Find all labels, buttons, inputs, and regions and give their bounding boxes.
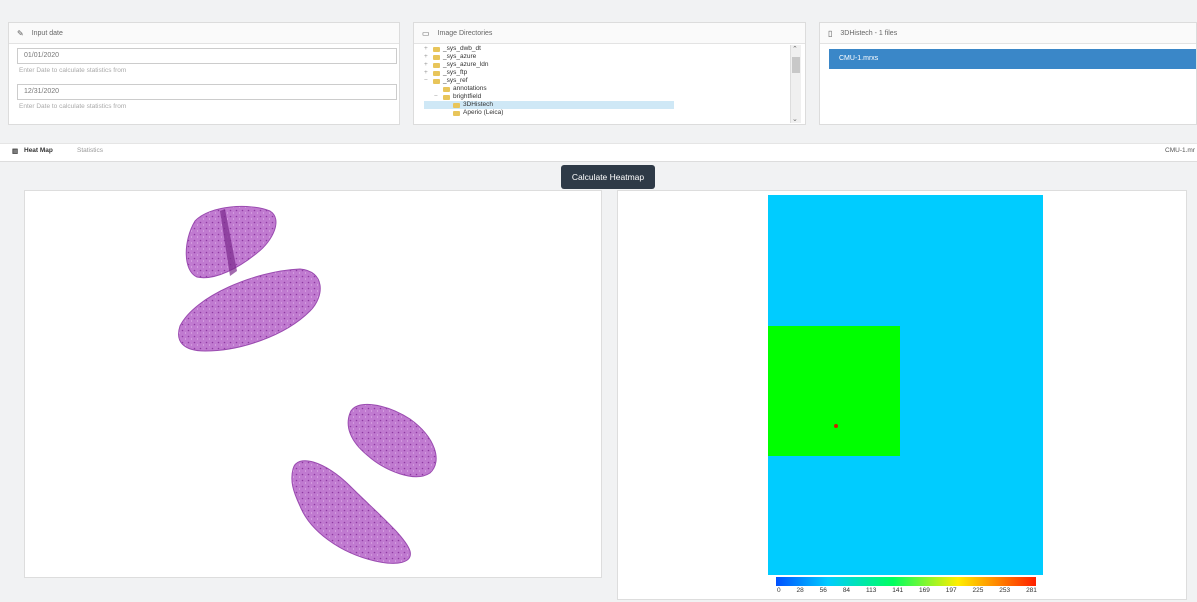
heatmap-canvas bbox=[768, 195, 1043, 586]
heatmap-viewer[interactable]: 0 28 56 84 113 141 169 197 225 253 281 bbox=[617, 190, 1187, 600]
colorbar-tick-labels: 0 28 56 84 113 141 169 197 225 253 281 bbox=[777, 587, 1037, 594]
colorbar-tick: 253 bbox=[999, 587, 1011, 594]
pencil-icon: ✎ bbox=[17, 28, 24, 38]
folder-icon bbox=[453, 110, 460, 116]
folder-icon bbox=[443, 94, 450, 100]
end-date-hint: Enter Date to calculate statistics from bbox=[19, 103, 127, 110]
image-directories-panel: ▭ Image Directories + _sys_dwb_dt + _sys_az… bbox=[413, 22, 806, 125]
expand-toggle-icon[interactable]: − bbox=[434, 93, 440, 101]
heatmap-hotspot bbox=[834, 424, 838, 428]
file-selection-panel: ▯ 3DHistech - 1 files CMU-1.mrxs bbox=[819, 22, 1197, 125]
tree-node-label: brightfield bbox=[453, 93, 482, 100]
current-file-label: CMU-1.mr bbox=[1165, 147, 1195, 154]
folder-icon bbox=[433, 78, 440, 84]
colorbar-tick: 225 bbox=[972, 587, 984, 594]
tree-node-label: _sys_azure bbox=[443, 53, 477, 60]
expand-toggle-icon[interactable]: + bbox=[424, 45, 430, 53]
tree-node-label: _sys_ftp bbox=[443, 69, 468, 76]
image-directories-header: ▭ Image Directories bbox=[414, 23, 805, 44]
tissue-slide-image bbox=[178, 205, 437, 564]
tree-node[interactable]: + _sys_ftp bbox=[424, 69, 674, 77]
heatmap-colorbar bbox=[776, 577, 1036, 586]
colorbar-tick: 56 bbox=[819, 587, 827, 594]
start-date-field[interactable]: 01/01/2020 bbox=[17, 48, 397, 64]
directory-tree[interactable]: + _sys_dwb_dt + _sys_azure + _sys_azure_ldn + _… bbox=[424, 45, 674, 117]
colorbar-tick: 197 bbox=[945, 587, 957, 594]
file-icon: ▯ bbox=[828, 28, 833, 38]
tree-node[interactable]: + _sys_azure_ldn bbox=[424, 61, 674, 69]
heatmap-cell-high bbox=[768, 326, 900, 456]
scrollbar-thumb[interactable] bbox=[792, 57, 800, 73]
tree-node[interactable]: 3DHistech bbox=[424, 101, 674, 109]
scroll-up-icon[interactable]: ⌃ bbox=[792, 45, 798, 53]
image-directories-title: Image Directories bbox=[437, 29, 493, 37]
tissue-section bbox=[291, 460, 411, 564]
tree-node-label: _sys_azure_ldn bbox=[443, 61, 489, 68]
colorbar-tick: 0 bbox=[777, 587, 781, 594]
folder-icon bbox=[433, 54, 440, 60]
tree-node[interactable]: + _sys_azure bbox=[424, 53, 674, 61]
start-date-hint: Enter Date to calculate statistics from bbox=[19, 67, 127, 74]
slide-image-viewer[interactable] bbox=[24, 190, 602, 578]
tree-node[interactable]: annotations bbox=[424, 85, 674, 93]
folder-icon bbox=[433, 70, 440, 76]
end-date-field[interactable]: 12/31/2020 bbox=[17, 84, 397, 100]
tab-statistics[interactable]: Statistics bbox=[77, 147, 103, 154]
colorbar-tick: 169 bbox=[919, 587, 930, 594]
tree-node[interactable]: Aperio (Leica) bbox=[424, 109, 674, 117]
folder-icon: ▭ bbox=[422, 28, 430, 38]
tree-node[interactable]: + _sys_dwb_dt bbox=[424, 45, 674, 53]
tree-node-label: annotations bbox=[453, 85, 487, 92]
file-selection-header: ▯ 3DHistech - 1 files bbox=[820, 23, 1196, 44]
file-list-item[interactable]: CMU-1.mrxs bbox=[829, 49, 1196, 69]
input-date-title: Input date bbox=[31, 29, 63, 37]
folder-icon bbox=[433, 46, 440, 52]
tree-node-label: Aperio (Leica) bbox=[463, 109, 504, 116]
expand-toggle-icon[interactable]: + bbox=[424, 69, 430, 77]
colorbar-tick: 113 bbox=[865, 587, 877, 594]
tree-node[interactable]: − _sys_ref bbox=[424, 77, 674, 85]
folder-icon bbox=[433, 62, 440, 68]
expand-toggle-icon[interactable]: − bbox=[424, 77, 430, 85]
view-tabs-bar: ▥ Heat Map Statistics CMU-1.mr bbox=[0, 143, 1197, 162]
folder-icon bbox=[443, 86, 450, 92]
file-selection-title: 3DHistech - 1 files bbox=[840, 29, 898, 37]
calculate-heatmap-button[interactable]: Calculate Heatmap bbox=[561, 165, 655, 189]
input-date-header: ✎ Input date bbox=[9, 23, 399, 44]
expand-toggle-icon[interactable]: + bbox=[424, 61, 430, 69]
expand-toggle-icon[interactable]: + bbox=[424, 53, 430, 61]
scroll-down-icon[interactable]: ⌄ bbox=[792, 115, 798, 123]
tissue-section bbox=[178, 268, 321, 352]
colorbar-tick: 141 bbox=[892, 587, 904, 594]
colorbar-tick: 28 bbox=[796, 587, 804, 594]
tree-node[interactable]: − brightfield bbox=[424, 93, 674, 101]
tree-node-label: 3DHistech bbox=[463, 101, 493, 108]
tree-scrollbar[interactable]: ⌃ ⌄ bbox=[790, 45, 801, 123]
tissue-section bbox=[347, 403, 437, 478]
folder-icon bbox=[453, 102, 460, 108]
tree-node-label: _sys_dwb_dt bbox=[443, 45, 481, 52]
input-date-panel: ✎ Input date 01/01/2020 Enter Date to ca… bbox=[8, 22, 400, 125]
tab-heat-map[interactable]: Heat Map bbox=[24, 147, 53, 154]
tree-node-label: _sys_ref bbox=[443, 77, 468, 84]
heatmap-tab-icon: ▥ bbox=[12, 148, 19, 155]
colorbar-tick: 281 bbox=[1026, 587, 1037, 594]
colorbar-tick: 84 bbox=[842, 587, 851, 594]
